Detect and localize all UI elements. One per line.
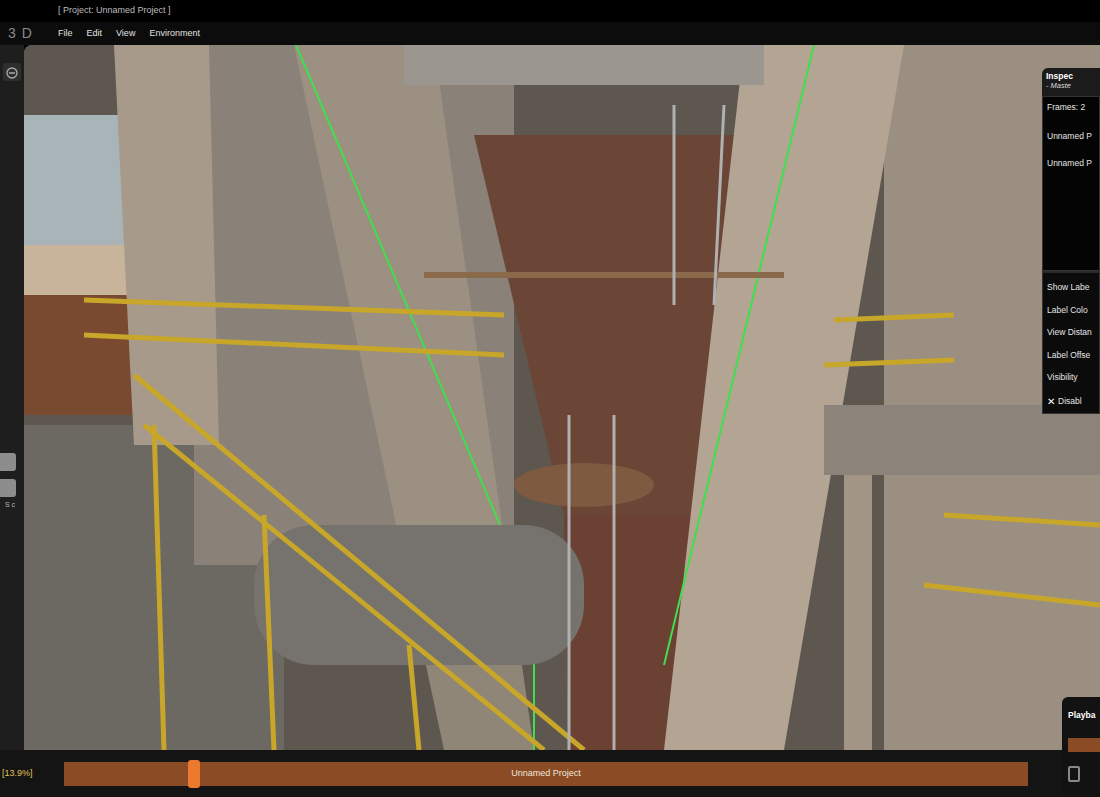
app-logo: 3 D [0, 23, 58, 44]
playback-title: Playba [1068, 709, 1100, 722]
inspector-panel: Inspec- Maste Frames: 2 Unnamed P Unnamed P… [1042, 68, 1100, 414]
timeline-label: Unnamed Project [511, 767, 581, 781]
timeline-bar: [13.9%] Unnamed Project [0, 750, 1100, 797]
object-item[interactable]: Unnamed P [1047, 130, 1095, 143]
tool-label: S c [0, 501, 24, 508]
menu-item[interactable]: Edit [87, 27, 103, 41]
menu-bar: 3 DFile Edit View Environment [0, 22, 1100, 45]
zoom-level: [13.9%] [0, 767, 64, 781]
viewport-3d[interactable]: Inspec- Maste Frames: 2 Unnamed P Unnamed P… [24, 45, 1100, 750]
inspector-title: Inspec [1046, 71, 1096, 81]
inspector-header: Inspec- Maste [1042, 68, 1100, 96]
main-area: S c Inspec- Maste Frames: 2 Unnamed P Unname… [0, 45, 1100, 750]
inspector-subtitle: - Maste [1046, 81, 1096, 90]
menu-item[interactable]: View [116, 27, 135, 41]
timeline-track[interactable]: Unnamed Project [64, 762, 1028, 786]
toolbar-spacer [0, 81, 24, 453]
frames-count: Frames: 2 [1047, 101, 1095, 114]
playback-bar[interactable] [1068, 738, 1100, 752]
title-bar: [ Project: Unnamed Project ] [0, 0, 1100, 22]
property-label[interactable]: View Distan [1047, 326, 1095, 349]
close-icon: ✕ [1047, 394, 1055, 409]
scene-picture [24, 45, 1100, 750]
menu-item[interactable]: File [58, 27, 73, 41]
object-item[interactable]: Unnamed P [1047, 157, 1095, 170]
window-title: [ Project: Unnamed Project ] [58, 4, 171, 18]
property-label[interactable]: Show Labe [1047, 281, 1095, 304]
property-label[interactable]: Visibility [1047, 371, 1095, 394]
playback-button[interactable] [1068, 766, 1080, 782]
tool-button[interactable] [0, 479, 16, 497]
tool-button[interactable] [0, 453, 16, 471]
timeline-handle[interactable] [188, 760, 200, 788]
playback-panel: Playba [1062, 697, 1100, 797]
inspector-body: Frames: 2 Unnamed P Unnamed P [1042, 96, 1100, 271]
property-label[interactable]: Label Offse [1047, 349, 1095, 372]
collapse-icon [6, 60, 18, 84]
collapse-button[interactable] [3, 63, 21, 81]
disable-label: Disabl [1058, 395, 1082, 408]
menu-item[interactable]: Environment [149, 27, 200, 41]
left-toolbar: S c [0, 45, 24, 750]
inspector-properties: Show LabeLabel ColoView DistanLabel Offs… [1042, 271, 1100, 414]
property-label[interactable]: Label Colo [1047, 304, 1095, 327]
disable-button[interactable]: ✕Disabl [1047, 394, 1095, 409]
app-window: [ Project: Unnamed Project ]3 DFile Edit V… [0, 0, 1100, 797]
